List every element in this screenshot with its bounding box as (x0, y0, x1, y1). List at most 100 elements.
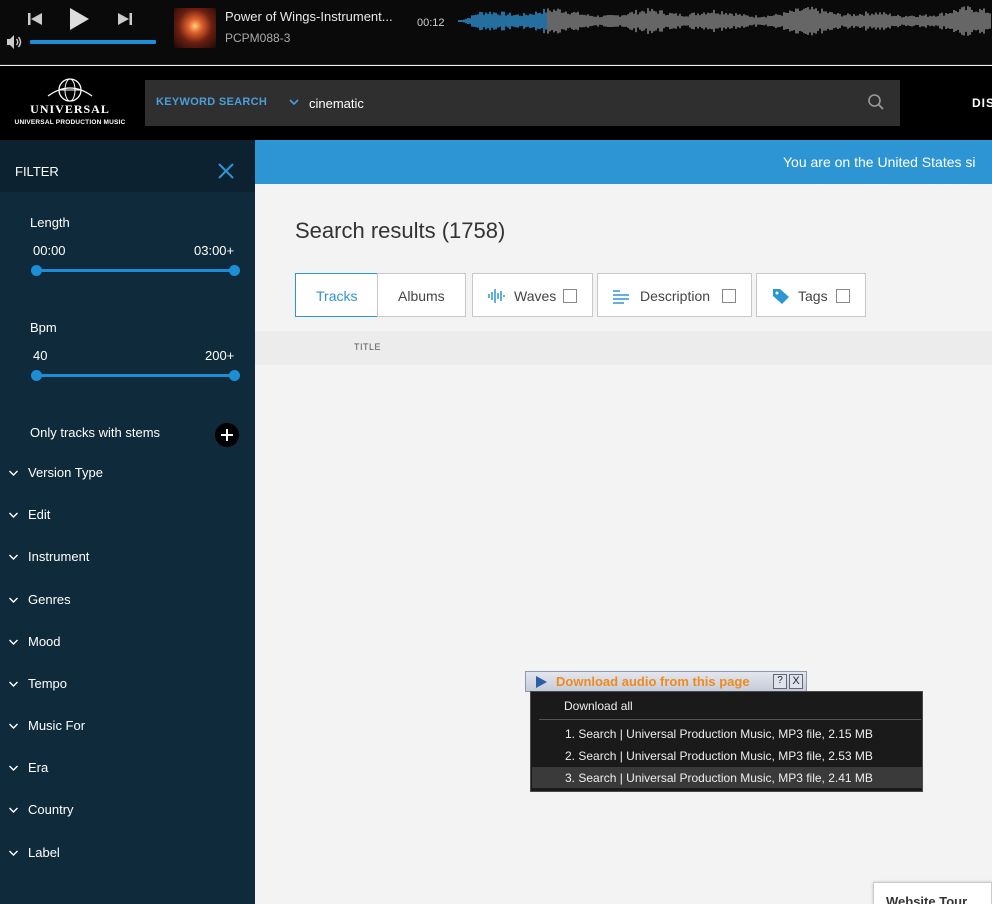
play-button[interactable] (802, 630, 822, 650)
website-tour-tab[interactable]: Website Tour (873, 882, 992, 904)
column-title[interactable]: TITLE (354, 342, 381, 352)
facet-genres[interactable]: Genres (0, 589, 255, 613)
share-button[interactable] (937, 363, 957, 383)
download-button[interactable] (833, 416, 853, 436)
tab-tags[interactable]: Tags (756, 273, 866, 317)
play-button[interactable] (802, 363, 822, 383)
play-button[interactable] (66, 6, 92, 32)
favorite-button[interactable] (902, 576, 922, 596)
share-button[interactable] (937, 470, 957, 490)
download-button[interactable] (833, 896, 853, 904)
similar-tracks-button[interactable] (971, 683, 991, 703)
favorite-button[interactable] (902, 416, 922, 436)
download-all-item[interactable]: Download all (564, 699, 633, 713)
play-button[interactable] (802, 416, 822, 436)
facet-music-for[interactable]: Music For (0, 715, 255, 739)
similar-tracks-button[interactable] (971, 523, 991, 543)
share-button[interactable] (937, 789, 957, 809)
facet-edit[interactable]: Edit (0, 504, 255, 528)
add-to-playlist-button[interactable] (868, 630, 888, 650)
add-to-playlist-button[interactable] (868, 789, 888, 809)
share-button[interactable] (937, 842, 957, 862)
download-button[interactable] (833, 470, 853, 490)
volume-button[interactable] (6, 34, 24, 50)
add-to-playlist-button[interactable] (868, 416, 888, 436)
waveform[interactable] (458, 2, 992, 40)
bpm-min-handle[interactable] (31, 370, 42, 381)
similar-tracks-button[interactable] (971, 416, 991, 436)
facet-era[interactable]: Era (0, 757, 255, 781)
track-title[interactable]: Fire Of Mind (352, 525, 434, 541)
track-row[interactable]: King of Gold (290, 614, 992, 667)
similar-tracks-button[interactable] (971, 470, 991, 490)
now-playing-title[interactable]: Power of Wings-Instrument... (225, 9, 405, 24)
stems-add-button[interactable] (215, 423, 239, 447)
add-to-playlist-button[interactable] (868, 363, 888, 383)
download-popup-header[interactable]: Download audio from this page ? X (525, 671, 807, 692)
download-item[interactable]: 3. Search | Universal Production Music, … (532, 767, 922, 788)
track-title[interactable]: King of Gold (352, 632, 436, 648)
facet-tempo[interactable]: Tempo (0, 673, 255, 697)
search-icon[interactable] (867, 93, 885, 111)
favorite-button[interactable] (902, 523, 922, 543)
length-slider-track[interactable] (36, 269, 234, 272)
track-title[interactable]: Our Delusion (352, 685, 440, 701)
description-checkbox[interactable] (722, 289, 736, 303)
similar-tracks-button[interactable] (971, 363, 991, 383)
add-to-playlist-button[interactable] (868, 576, 888, 596)
tab-waves[interactable]: Waves (472, 273, 593, 317)
tab-description[interactable]: Description (597, 273, 752, 317)
bpm-slider-track[interactable] (36, 374, 234, 377)
track-thumbnail[interactable] (307, 518, 337, 548)
bpm-max-handle[interactable] (229, 370, 240, 381)
play-button[interactable] (802, 523, 822, 543)
track-row[interactable]: Wide Open (290, 400, 992, 453)
close-button[interactable]: X (789, 674, 803, 689)
track-title[interactable]: Unexpected Myth (352, 898, 468, 904)
length-min-handle[interactable] (31, 265, 42, 276)
add-to-playlist-button[interactable] (868, 523, 888, 543)
play-button[interactable] (802, 896, 822, 904)
track-title[interactable]: Wide Open (352, 418, 425, 434)
track-thumbnail[interactable] (307, 411, 337, 441)
download-button[interactable] (833, 842, 853, 862)
track-title[interactable]: Into The Red (352, 578, 437, 594)
tab-albums[interactable]: Albums (377, 273, 466, 317)
facet-country[interactable]: Country (0, 799, 255, 823)
facet-instrument[interactable]: Instrument (0, 546, 255, 570)
search-mode-dropdown[interactable]: KEYWORD SEARCH (156, 96, 267, 108)
play-button[interactable] (802, 789, 822, 809)
add-to-playlist-button[interactable] (868, 842, 888, 862)
similar-tracks-button[interactable] (971, 789, 991, 809)
help-button[interactable]: ? (773, 674, 787, 689)
add-to-playlist-button[interactable] (868, 470, 888, 490)
similar-tracks-button[interactable] (971, 630, 991, 650)
similar-tracks-button[interactable] (971, 736, 991, 756)
chevron-down-icon[interactable] (288, 97, 300, 107)
waves-checkbox[interactable] (563, 289, 577, 303)
play-button[interactable] (802, 842, 822, 862)
favorite-button[interactable] (902, 789, 922, 809)
track-title[interactable]: The Arrogant (352, 791, 439, 807)
download-item[interactable]: 2. Search | Universal Production Music, … (532, 745, 922, 766)
share-button[interactable] (937, 736, 957, 756)
search-input[interactable] (309, 88, 849, 118)
download-button[interactable] (833, 789, 853, 809)
download-button[interactable] (833, 630, 853, 650)
facet-label[interactable]: Label (0, 842, 255, 866)
favorite-button[interactable] (902, 630, 922, 650)
track-title[interactable]: Power of Wings (352, 738, 457, 754)
track-row[interactable]: Into The Red (290, 560, 992, 613)
track-title[interactable]: The Last Scream (352, 844, 464, 860)
track-title[interactable]: Ancient Warfare (352, 472, 459, 488)
track-thumbnail[interactable] (307, 465, 337, 495)
track-title[interactable]: How To Start A Heist (352, 365, 488, 381)
download-button[interactable] (833, 576, 853, 596)
play-button[interactable] (802, 576, 822, 596)
share-button[interactable] (937, 576, 957, 596)
track-thumbnail[interactable] (307, 891, 337, 904)
track-thumbnail[interactable] (307, 837, 337, 867)
track-thumbnail[interactable] (307, 731, 337, 761)
facet-mood[interactable]: Mood (0, 631, 255, 655)
download-button[interactable] (833, 523, 853, 543)
